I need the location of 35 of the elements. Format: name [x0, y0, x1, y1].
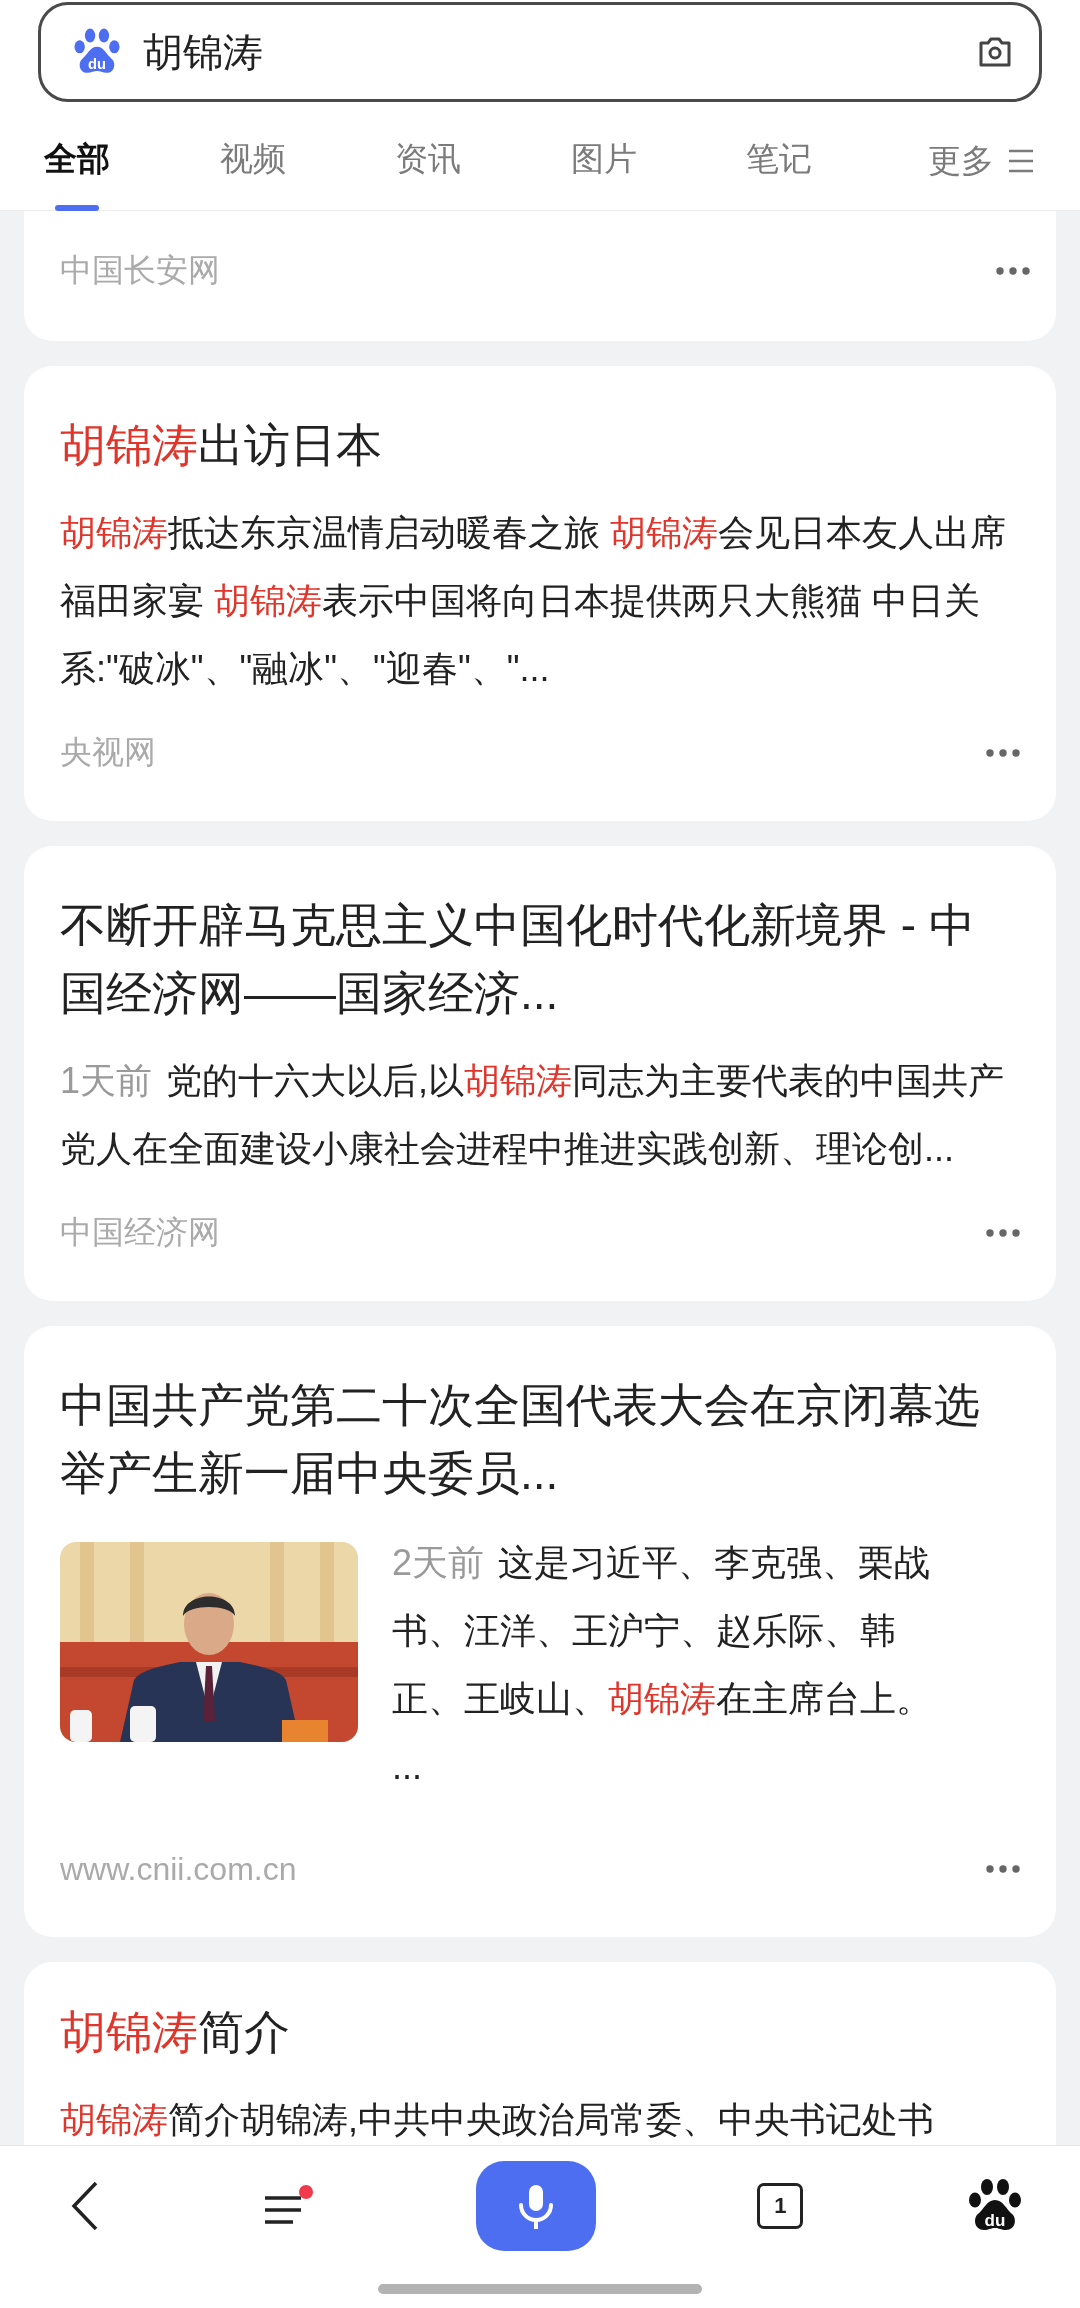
- tab[interactable]: 视频: [219, 139, 286, 179]
- result-title[interactable]: 胡锦涛简介: [60, 1998, 1010, 2066]
- result-title[interactable]: 不断开辟马克思主义中国化时代化新境界 - 中国经济网——国家经济...: [60, 891, 1010, 1027]
- result-card[interactable]: 胡锦涛出访日本 胡锦涛抵达东京温情启动暖春之旅 胡锦涛会见日本友人出席福田家宴 胡锦涛表示中国将向日本提供两只大熊猫 中日关系:"破冰"、"融冰"、"迎春"、"... 央视网: [24, 366, 1056, 821]
- camera-icon[interactable]: [977, 36, 1013, 68]
- tab[interactable]: 笔记: [746, 139, 813, 179]
- result-snippet: 1天前 党的十六大以后,以胡锦涛同志为主要代表的中国共产党人在全面建设小康社会进程中推进实践创新、理论创...: [60, 1059, 1006, 1171]
- tab-underline: [55, 205, 99, 211]
- more-icon[interactable]: [986, 1865, 1020, 1873]
- tab[interactable]: 全部: [44, 139, 110, 179]
- tabs-button[interactable]: 1: [757, 2183, 804, 2229]
- source-label: 中国长安网: [60, 251, 220, 290]
- menu-icon: [1007, 149, 1034, 173]
- result-snippet: 胡锦涛简介胡锦涛,中共中央政治局常委、中央书记处书: [60, 2098, 935, 2142]
- result-card[interactable]: 胡锦涛简介 胡锦涛简介胡锦涛,中共中央政治局常委、中央书记处书: [24, 1962, 1056, 2145]
- tab[interactable]: 资讯: [395, 139, 462, 179]
- source-label: 中国经济网: [60, 1213, 220, 1252]
- back-icon[interactable]: [70, 2180, 100, 2232]
- result-snippet: 2天前 这是习近平、李克强、栗战书、汪洋、王沪宁、赵乐际、韩正、王岐山、胡锦涛在主席台上。 ...: [392, 1541, 933, 1789]
- more-icon[interactable]: [986, 749, 1020, 757]
- search-field[interactable]: du 胡锦涛: [38, 2, 1042, 102]
- result-title[interactable]: 中国共产党第二十次全国代表大会在京闭幕选举产生新一届中央委员...: [60, 1371, 1010, 1507]
- tab[interactable]: 图片: [570, 139, 637, 179]
- result-card[interactable]: 中国共产党第二十次全国代表大会在京闭幕选举产生新一届中央委员... 2天前 这是习近平、李克强、栗战书、汪洋、王沪宁、赵乐际、韩正、王岐山、胡锦涛在主席台上。 ... www.cnii.com.cn: [24, 1326, 1056, 1937]
- result-card[interactable]: 不断开辟马克思主义中国化时代化新境界 - 中国经济网——国家经济... 1天前 党的十六大以后,以胡锦涛同志为主要代表的中国共产党人在全面建设小康社会进程中推进实践创新、理论创... 中国经济网: [24, 846, 1056, 1301]
- voice-button[interactable]: [475, 2161, 596, 2251]
- microphone-icon: [517, 2183, 554, 2229]
- search-query: 胡锦涛: [143, 28, 264, 76]
- source-label: 央视网: [60, 733, 156, 772]
- source-label: www.cnii.com.cn: [60, 1850, 297, 1888]
- more-icon[interactable]: [996, 267, 1030, 275]
- more-tab[interactable]: 更多: [921, 102, 1040, 185]
- result-snippet: 胡锦涛抵达东京温情启动暖春之旅 胡锦涛会见日本友人出席福田家宴 胡锦涛表示中国将向日本提供两只大熊猫 中日关系:"破冰"、"融冰"、"迎春"、"...: [60, 511, 1007, 691]
- more-icon[interactable]: [986, 1229, 1020, 1237]
- result-title[interactable]: 胡锦涛出访日本: [60, 411, 1010, 479]
